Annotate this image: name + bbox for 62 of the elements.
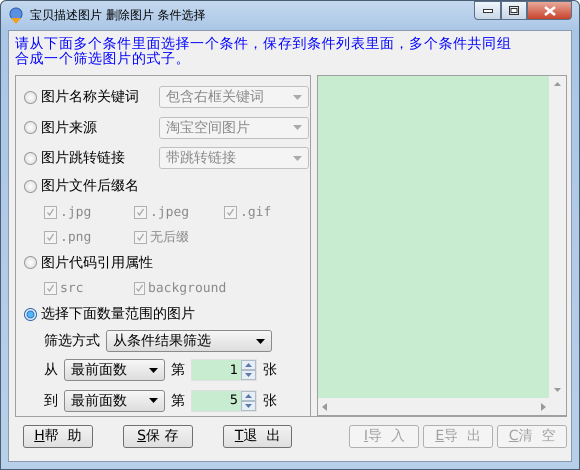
checkbox-label: src <box>60 281 84 296</box>
dialog-button[interactable]: T退 出 <box>222 424 292 448</box>
option-label: 图片跳转链接 <box>41 149 126 168</box>
checkbox[interactable] <box>44 282 57 296</box>
close-icon <box>544 6 556 16</box>
dialog-button[interactable]: S保 存 <box>122 424 193 448</box>
option-label: 图片来源 <box>41 118 98 137</box>
maximize-icon <box>509 6 519 15</box>
scroll-down-icon[interactable] <box>554 388 561 392</box>
checkbox[interactable] <box>134 230 147 244</box>
minimize-button[interactable] <box>474 1 501 20</box>
scroll-left-icon[interactable] <box>322 402 327 410</box>
radio-button[interactable] <box>24 180 37 193</box>
unit-label: 张 <box>263 392 277 410</box>
field-label: 筛选方式 <box>44 332 100 350</box>
horizontal-scrollbar[interactable] <box>318 398 566 415</box>
option-label: 图片文件后缀名 <box>41 177 139 196</box>
checkbox-label: .jpeg <box>150 204 190 220</box>
dropdown-arrow-icon <box>149 368 158 373</box>
scroll-up-icon[interactable] <box>554 82 561 86</box>
option-label: 图片名称关键词 <box>41 88 140 106</box>
number-spinner[interactable]: 5 <box>191 390 257 412</box>
scroll-right-icon[interactable] <box>541 402 546 410</box>
checkbox-label: background <box>148 281 226 296</box>
checkbox-label: .gif <box>240 204 272 220</box>
close-button[interactable] <box>527 1 572 20</box>
maximize-button[interactable] <box>501 1 527 20</box>
dialog-button[interactable]: H帮 助 <box>23 424 93 448</box>
dropdown[interactable]: 最前面数 <box>64 390 165 412</box>
dropdown-arrow-icon <box>293 94 302 100</box>
radio-button[interactable] <box>24 256 37 270</box>
dropdown-arrow-icon <box>293 156 302 161</box>
dropdown-arrow-icon <box>293 125 302 130</box>
app-icon <box>8 6 24 24</box>
dropdown-arrow-icon <box>149 398 158 404</box>
checkbox-label: 无后缀 <box>150 229 189 246</box>
option-label: 图片代码引用属性 <box>41 254 153 272</box>
field-label: 第 <box>171 361 185 380</box>
checkbox[interactable] <box>224 206 237 219</box>
checkbox[interactable] <box>44 230 57 244</box>
dropdown[interactable]: 最前面数 <box>64 359 165 382</box>
dropdown-arrow-icon <box>256 338 265 344</box>
field-label: 到 <box>44 392 58 410</box>
dropdown[interactable]: 从条件结果筛选 <box>106 330 272 352</box>
radio-button[interactable] <box>24 308 37 321</box>
checkbox[interactable] <box>134 206 147 219</box>
instruction-text: 请从下面多个条件里面选择一个条件，保存到条件列表里面，多个条件共同组合成一个筛选图片的式子。 <box>14 35 512 69</box>
checkbox[interactable] <box>134 282 145 296</box>
field-label: 从 <box>44 361 58 380</box>
checkbox-label: .jpg <box>60 204 92 220</box>
window-title: 宝贝描述图片 删除图片 条件选择 <box>30 7 207 24</box>
field-label: 第 <box>171 392 185 410</box>
radio-button[interactable] <box>24 121 37 134</box>
unit-label: 张 <box>263 361 277 380</box>
minimize-icon <box>482 8 492 12</box>
checkbox[interactable] <box>44 206 57 219</box>
number-spinner[interactable]: 1 <box>191 359 257 382</box>
checkbox-label: .png <box>60 230 92 245</box>
radio-button[interactable] <box>24 90 37 104</box>
vertical-scrollbar[interactable] <box>549 76 566 398</box>
option-label: 选择下面数量范围的图片 <box>41 305 195 324</box>
radio-button[interactable] <box>24 152 37 165</box>
